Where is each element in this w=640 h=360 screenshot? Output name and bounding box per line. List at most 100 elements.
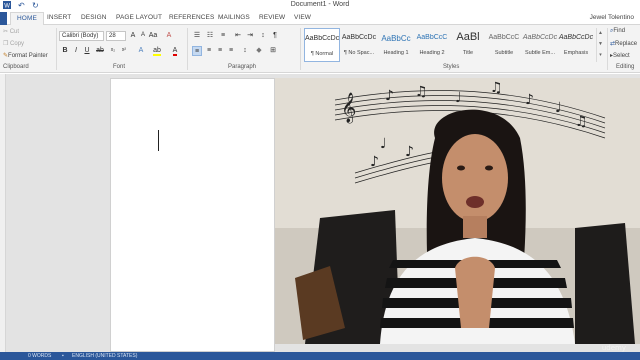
borders-icon[interactable]: ⊞	[268, 46, 278, 56]
styles-gallery-scroll[interactable]: ▲ ▼ ▾	[596, 28, 604, 62]
tab-home[interactable]: HOME	[10, 12, 44, 26]
style-name: ¶ No Spac...	[343, 50, 375, 56]
style-sample: AaBbCcC	[416, 34, 448, 41]
styles-group-label: Styles	[443, 64, 460, 70]
italic-icon[interactable]: I	[71, 46, 81, 56]
copy-button[interactable]: ❐ Copy	[3, 40, 24, 47]
align-right-icon[interactable]: ≡	[215, 46, 225, 56]
tab-insert[interactable]: INSERT	[47, 14, 71, 21]
style-title[interactable]: AaBl Title	[450, 28, 486, 62]
copy-label: Copy	[10, 41, 25, 47]
select-label: Select	[613, 53, 630, 59]
style-no-spacing[interactable]: AaBbCcDc ¶ No Spac...	[341, 28, 377, 62]
presenter-video-frame: 𝄞 ♪ ♫ ♩ ♫ ♪ ♩ ♫ ♪ ♪ ♩	[275, 78, 640, 344]
group-divider	[607, 28, 608, 70]
style-sample: AaBbCc	[381, 34, 411, 43]
tab-view[interactable]: VIEW	[294, 14, 311, 21]
align-left-icon[interactable]: ≡	[192, 46, 202, 56]
increase-indent-icon[interactable]: ⇥	[245, 31, 255, 41]
svg-text:♪: ♪	[385, 88, 394, 104]
tab-design[interactable]: DESIGN	[81, 14, 107, 21]
underline-icon[interactable]: U	[82, 46, 92, 56]
style-name: Heading 2	[419, 50, 445, 56]
decrease-indent-icon[interactable]: ⇤	[233, 31, 243, 41]
font-size-select[interactable]: 28	[106, 31, 126, 41]
format-painter-label: Format Painter	[8, 53, 48, 59]
group-divider	[300, 28, 301, 70]
subscript-icon[interactable]: x₂	[108, 46, 118, 56]
group-divider	[56, 28, 57, 70]
shrink-font-icon[interactable]: A	[138, 31, 148, 41]
tab-review[interactable]: REVIEW	[259, 14, 285, 21]
clipboard-group-label: Clipboard	[3, 64, 29, 70]
style-subtle-emphasis[interactable]: AaBbCcDc Subtle Em...	[522, 28, 558, 62]
tab-references[interactable]: REFERENCES	[169, 14, 214, 21]
style-heading-1[interactable]: AaBbCc Heading 1	[378, 28, 414, 62]
style-sample: AaBbCcDc	[522, 34, 558, 41]
style-sample: AaBbCcDc	[305, 35, 339, 42]
language-indicator[interactable]: ENGLISH (UNITED STATES)	[72, 352, 137, 360]
shading-icon[interactable]: ◆	[254, 46, 264, 56]
webcam-video-overlay: 𝄞 ♪ ♫ ♩ ♫ ♪ ♩ ♫ ♪ ♪ ♩	[275, 78, 640, 344]
highlight-icon[interactable]: ab	[152, 46, 162, 56]
superscript-icon[interactable]: x²	[119, 46, 129, 56]
window-title: Document1 - Word	[290, 1, 350, 8]
numbering-icon[interactable]: ☷	[205, 31, 215, 41]
ribbon-home: ✂ Cut ❐ Copy ✎Format Painter Calibri (Bo…	[0, 25, 640, 73]
style-subtitle[interactable]: AaBbCcC Subtitle	[486, 28, 522, 62]
style-heading-2[interactable]: AaBbCcC Heading 2	[414, 28, 450, 62]
font-color-icon[interactable]: A	[170, 46, 180, 56]
proofing-icon[interactable]: ▪	[62, 352, 64, 360]
svg-text:𝄞: 𝄞	[341, 92, 356, 124]
change-case-icon[interactable]: Aa	[148, 31, 158, 41]
svg-text:♫: ♫	[415, 84, 428, 100]
word-count[interactable]: 0 WORDS	[28, 352, 51, 360]
tab-page-layout[interactable]: PAGE LAYOUT	[116, 14, 162, 21]
style-sample: AaBbCcDc	[558, 34, 594, 41]
bold-icon[interactable]: B	[60, 46, 70, 56]
bullets-icon[interactable]: ☰	[192, 31, 202, 41]
title-bar: W ↶ ↻ Document1 - Word	[0, 0, 640, 12]
clear-formatting-icon[interactable]: A	[164, 31, 174, 41]
svg-text:♫: ♫	[490, 80, 503, 96]
grow-font-icon[interactable]: A	[128, 31, 138, 41]
multilevel-list-icon[interactable]: ≡	[218, 31, 228, 41]
svg-text:♩: ♩	[455, 90, 462, 106]
cut-label: Cut	[9, 29, 20, 35]
style-name: ¶ Normal	[310, 51, 334, 57]
align-center-icon[interactable]: ≡	[204, 46, 214, 56]
format-painter-button[interactable]: ✎Format Painter	[3, 52, 48, 59]
svg-text:♩: ♩	[555, 100, 562, 116]
svg-text:♪: ♪	[405, 144, 414, 160]
line-spacing-icon[interactable]: ↕	[240, 46, 250, 56]
account-user-name[interactable]: Jewel Tolentino	[590, 14, 634, 21]
text-cursor	[158, 130, 159, 151]
svg-text:♩: ♩	[380, 136, 387, 152]
select-button[interactable]: ▸Select	[610, 52, 630, 59]
scroll-down-icon[interactable]: ▼	[597, 39, 604, 50]
style-sample: AaBl	[456, 31, 480, 43]
document-page[interactable]	[110, 78, 275, 352]
more-styles-icon[interactable]: ▾	[597, 50, 604, 61]
font-family-select[interactable]: Calibri (Body)	[59, 31, 104, 41]
style-name: Subtle Em...	[525, 50, 555, 56]
strikethrough-icon[interactable]: ab	[95, 46, 105, 56]
svg-text:♪: ♪	[525, 92, 534, 108]
style-emphasis[interactable]: AaBbCcDc Emphasis	[558, 28, 594, 62]
svg-text:♪: ♪	[370, 154, 379, 170]
cut-button[interactable]: ✂ Cut	[3, 28, 19, 35]
style-normal[interactable]: AaBbCcDc ¶ Normal	[304, 28, 340, 62]
style-sample: AaBbCcC	[488, 34, 520, 41]
tab-mailings[interactable]: MAILINGS	[218, 14, 250, 21]
file-tab[interactable]	[0, 12, 7, 25]
vertical-ruler	[0, 74, 6, 352]
text-effects-icon[interactable]: A	[136, 46, 146, 56]
justify-icon[interactable]: ≡	[226, 46, 236, 56]
replace-label: Replace	[615, 41, 638, 47]
ribbon-tab-bar: HOME INSERT DESIGN PAGE LAYOUT REFERENCE…	[0, 12, 640, 26]
scroll-up-icon[interactable]: ▲	[597, 28, 604, 39]
show-formatting-icon[interactable]: ¶	[270, 31, 280, 41]
find-button[interactable]: ⌕Find	[610, 28, 625, 35]
sort-icon[interactable]: ↕	[258, 31, 268, 41]
replace-button[interactable]: ⇄Replace	[610, 40, 637, 47]
